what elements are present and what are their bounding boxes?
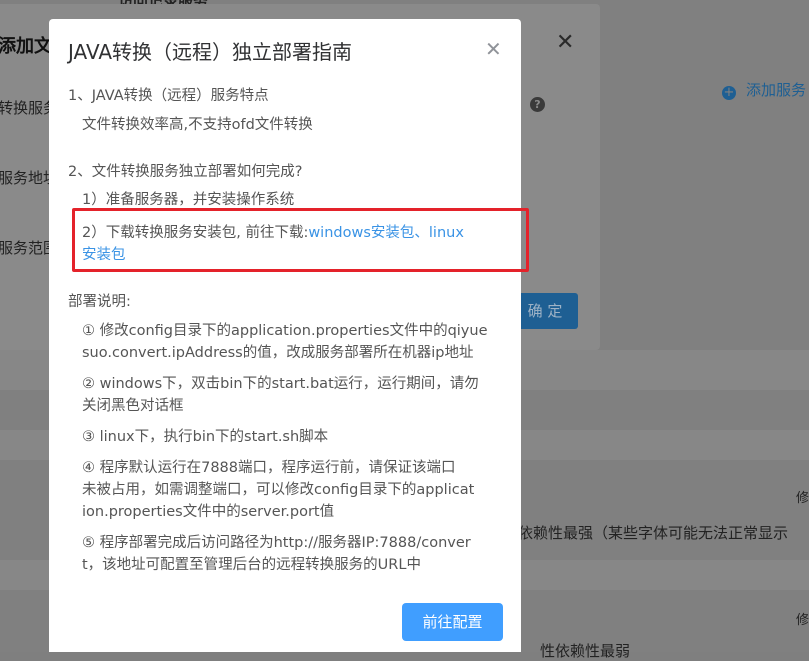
- note-3-line-1: ③ linux下，执行bin下的start.sh脚本: [82, 429, 329, 445]
- note-4-line-1: ④ 程序默认运行在7888端口，程序运行前，请保证该端口: [82, 460, 456, 476]
- background-description-text: 依赖性最强（某些字体可能无法正常显示: [518, 524, 789, 542]
- go-config-button[interactable]: 前往配置: [402, 603, 503, 641]
- note-1-line-2: suo.convert.ipAddress的值，改成服务部署所在机器ip地址: [82, 345, 474, 361]
- note-1-line-1: ① 修改config目录下的application.properties文件中的…: [82, 323, 488, 339]
- note-5-line-1: ⑤ 程序部署完成后访问路径为http://服务器IP:7888/conver: [82, 535, 471, 551]
- background-close-icon[interactable]: ✕: [556, 30, 574, 55]
- section-deploy-title: 2、文件转换服务独立部署如何完成?: [68, 164, 303, 180]
- deploy-guide-modal: JAVA转换（远程）独立部署指南 ✕ 1、JAVA转换（远程）服务特点 文件转换…: [49, 19, 529, 652]
- background-confirm-button[interactable]: 确 定: [512, 293, 578, 329]
- plus-circle-icon: +: [722, 85, 736, 100]
- background-dialog-title: 添加文: [0, 36, 52, 57]
- deploy-notes-title: 部署说明:: [68, 294, 131, 310]
- note-5-line-2: t，该地址可配置至管理后台的远程转换服务的URL中: [82, 557, 421, 573]
- add-service-label: 添加服务: [746, 81, 807, 99]
- background-modify-label: 修: [796, 491, 809, 506]
- help-icon[interactable]: ?: [530, 97, 545, 112]
- section-features-text: 文件转换效率高,不支持ofd文件转换: [82, 117, 313, 133]
- highlight-box: [72, 208, 529, 272]
- close-icon[interactable]: ✕: [485, 37, 502, 61]
- add-service-button[interactable]: + 添加服务: [722, 79, 806, 100]
- note-4-line-3: ion.properties文件中的server.port值: [82, 504, 335, 520]
- note-2-line-1: ② windows下，双击bin下的start.bat运行，运行期间，请勿: [82, 376, 479, 392]
- background-bottom-fragment: 性依赖性最弱: [540, 642, 631, 660]
- section-features-title: 1、JAVA转换（远程）服务特点: [68, 88, 269, 104]
- note-2-line-2: 关闭黑色对话框: [82, 398, 184, 414]
- modal-title: JAVA转换（远程）独立部署指南: [68, 40, 353, 64]
- note-4-line-2: 未被占用，如需调整端口，可以修改config目录下的applicat: [82, 482, 475, 498]
- background-modify-label: 修: [796, 613, 809, 628]
